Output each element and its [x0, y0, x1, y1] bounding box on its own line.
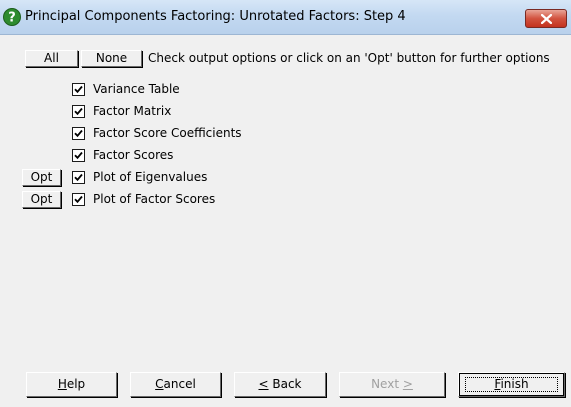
next-button[interactable]: Next > [339, 372, 445, 397]
option-checkbox[interactable] [72, 193, 85, 206]
option-row: Factor Matrix [0, 103, 571, 121]
close-icon [541, 14, 552, 24]
check-icon [74, 151, 83, 160]
check-icon [74, 195, 83, 204]
option-row: Opt Plot of Eigenvalues [0, 169, 571, 187]
svg-text:?: ? [8, 11, 16, 26]
window-title: Principal Components Factoring: Unrotate… [25, 9, 406, 24]
check-icon [74, 107, 83, 116]
option-label: Factor Matrix [93, 104, 172, 118]
option-label: Factor Score Coefficients [93, 126, 242, 140]
back-button[interactable]: < Back [234, 372, 326, 397]
dialog-client-area: All None Check output options or click o… [0, 35, 571, 407]
option-checkbox[interactable] [72, 149, 85, 162]
option-row: Factor Scores [0, 147, 571, 165]
help-button[interactable]: Help [26, 372, 117, 397]
opt-button[interactable]: Opt [22, 169, 61, 186]
title-bar[interactable]: ? Principal Components Factoring: Unrota… [0, 0, 571, 35]
none-button[interactable]: None [81, 50, 142, 67]
finish-button[interactable]: Finish [458, 372, 565, 397]
cancel-button[interactable]: Cancel [130, 372, 221, 397]
option-checkbox[interactable] [72, 83, 85, 96]
option-checkbox[interactable] [72, 171, 85, 184]
option-row: Factor Score Coefficients [0, 125, 571, 143]
opt-button[interactable]: Opt [22, 191, 61, 208]
option-label: Factor Scores [93, 148, 174, 162]
option-label: Plot of Factor Scores [93, 192, 216, 206]
check-icon [74, 173, 83, 182]
option-row: Opt Plot of Factor Scores [0, 191, 571, 209]
question-icon: ? [3, 8, 21, 26]
focus-indicator [465, 377, 558, 392]
option-label: Plot of Eigenvalues [93, 170, 208, 184]
option-label: Variance Table [93, 82, 180, 96]
check-icon [74, 129, 83, 138]
option-checkbox[interactable] [72, 127, 85, 140]
check-icon [74, 85, 83, 94]
instruction-text: Check output options or click on an 'Opt… [148, 51, 550, 65]
dialog-window: ? Principal Components Factoring: Unrota… [0, 0, 571, 407]
option-row: Variance Table [0, 81, 571, 99]
option-checkbox[interactable] [72, 105, 85, 118]
all-button[interactable]: All [25, 50, 78, 67]
close-button[interactable] [525, 9, 567, 28]
